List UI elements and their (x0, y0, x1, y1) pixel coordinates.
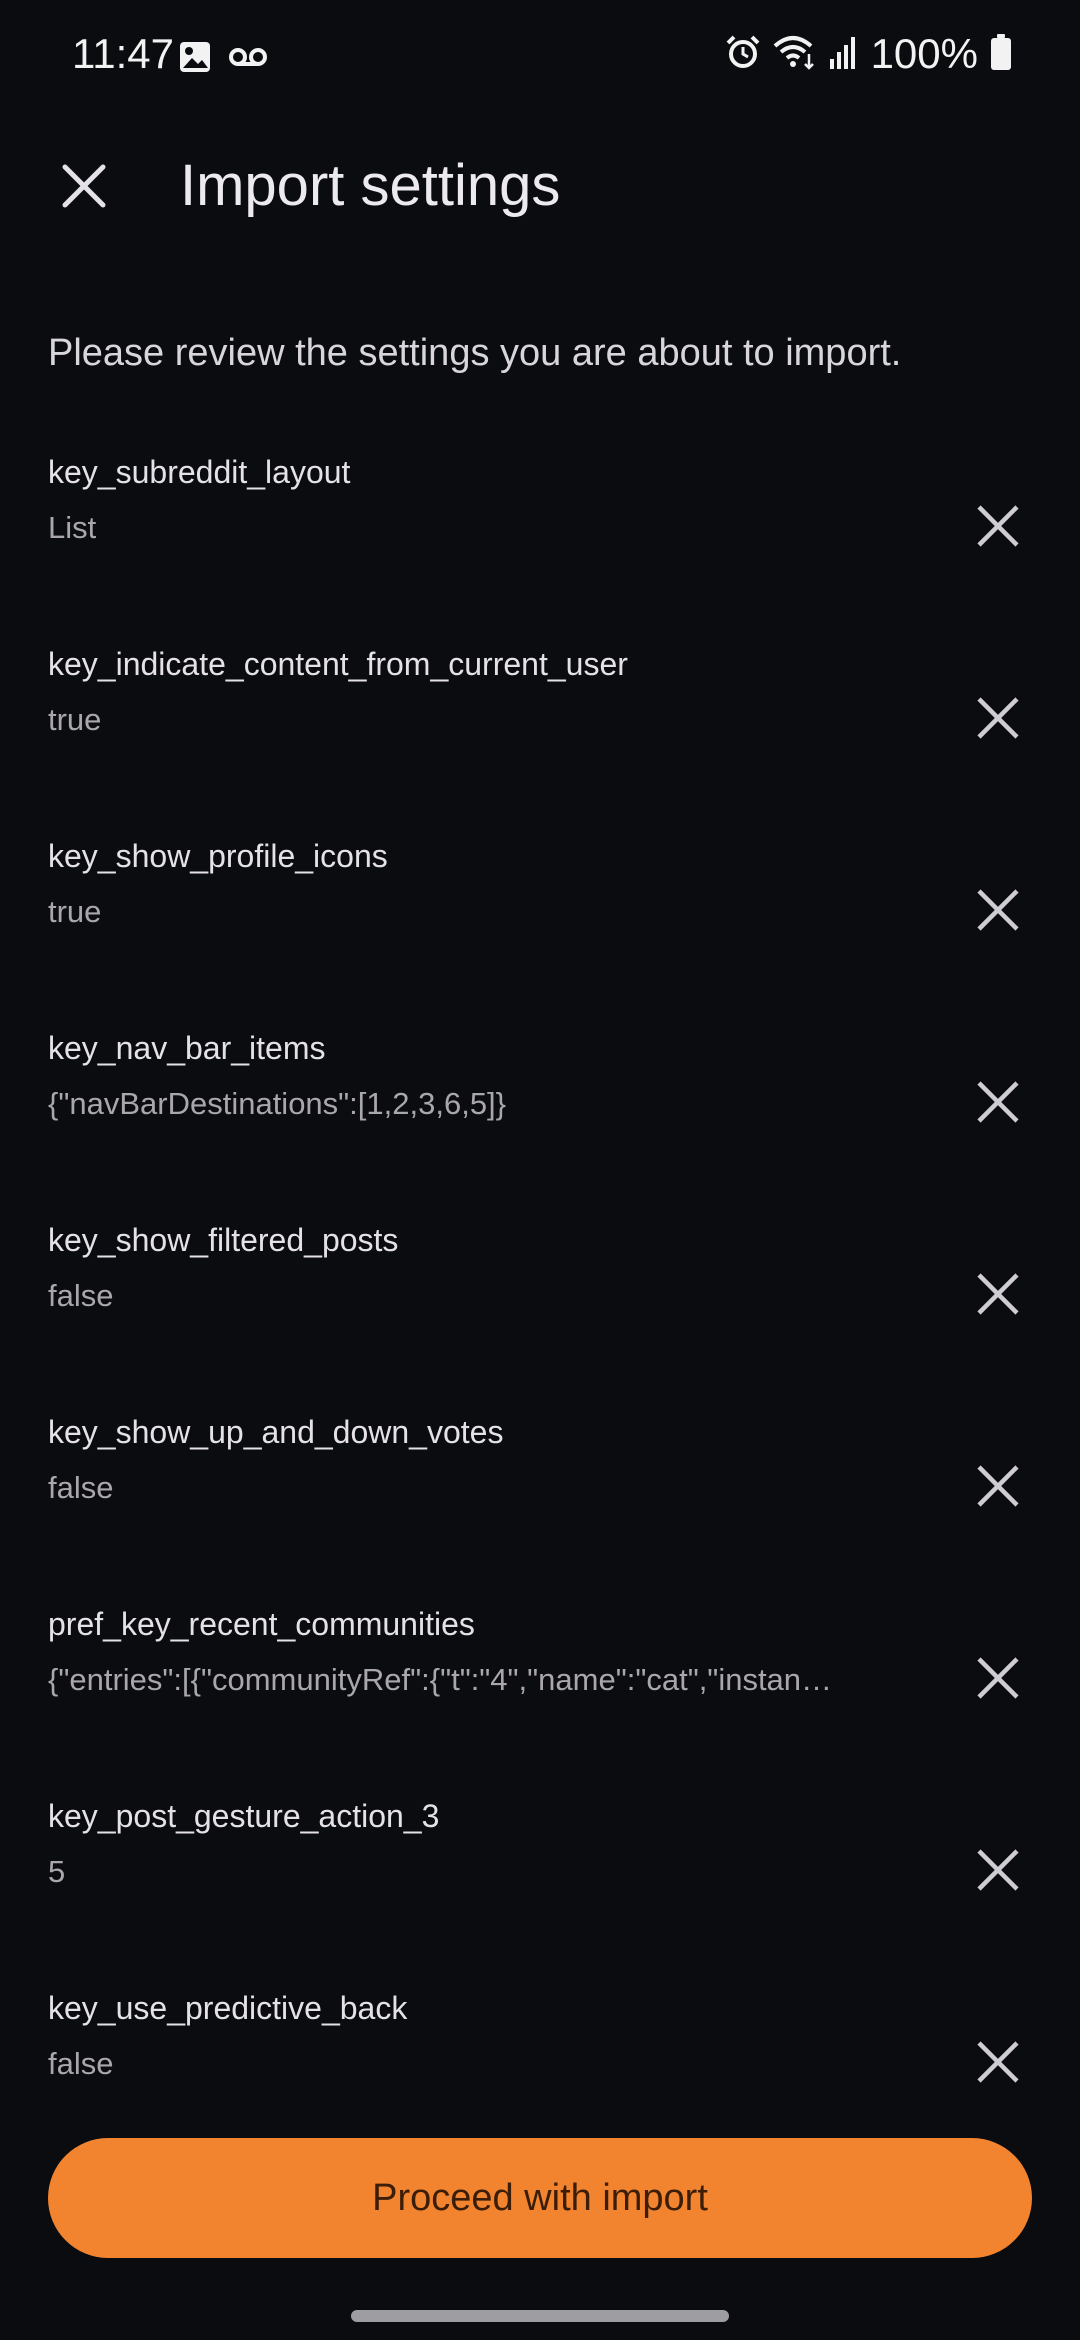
wifi-icon (773, 34, 817, 75)
setting-value: List (48, 510, 97, 545)
setting-key: key_subreddit_layout (48, 454, 351, 490)
close-icon (977, 1273, 1019, 1315)
setting-key: key_indicate_content_from_current_user (48, 646, 628, 682)
setting-value: false (48, 2046, 114, 2081)
close-button[interactable] (44, 146, 124, 226)
setting-key: key_use_predictive_back (48, 1990, 408, 2026)
close-icon (977, 2041, 1019, 2083)
remove-setting-button[interactable] (958, 870, 1038, 950)
proceed-with-import-button[interactable]: Proceed with import (48, 2138, 1032, 2258)
setting-value: {"entries":[{"communityRef":{"t":"4","na… (48, 1662, 833, 1697)
image-icon (178, 40, 212, 79)
setting-value: true (48, 702, 102, 737)
battery-percentage: 100% (870, 30, 978, 77)
status-time: 11:47 (72, 30, 174, 77)
setting-key: key_show_filtered_posts (48, 1222, 399, 1258)
setting-key: key_show_profile_icons (48, 838, 388, 874)
close-icon (977, 889, 1019, 931)
setting-row: key_indicate_content_from_current_user t… (0, 630, 1080, 822)
remove-setting-button[interactable] (958, 486, 1038, 566)
setting-key: key_post_gesture_action_3 (48, 1798, 440, 1834)
voicemail-icon (228, 45, 268, 74)
setting-row: key_subreddit_layout List (0, 438, 1080, 630)
setting-row: key_show_profile_icons true (0, 822, 1080, 1014)
remove-setting-button[interactable] (958, 2022, 1038, 2102)
setting-value: {"navBarDestinations":[1,2,3,6,5]} (48, 1086, 507, 1121)
close-icon (977, 1081, 1019, 1123)
setting-row: key_show_filtered_posts false (0, 1206, 1080, 1398)
remove-setting-button[interactable] (958, 1254, 1038, 1334)
status-right-icons: 100% (725, 30, 1012, 78)
battery-icon (990, 33, 1012, 75)
setting-row: key_post_gesture_action_3 5 (0, 1782, 1080, 1974)
remove-setting-button[interactable] (958, 1830, 1038, 1910)
setting-row: key_show_up_and_down_votes false (0, 1398, 1080, 1590)
description-text: Please review the settings you are about… (48, 332, 902, 374)
setting-row: pref_key_recent_communities {"entries":[… (0, 1590, 1080, 1782)
close-icon (977, 697, 1019, 739)
remove-setting-button[interactable] (958, 1062, 1038, 1142)
top-app-bar: Import settings (0, 112, 1080, 262)
setting-value: false (48, 1278, 114, 1313)
close-icon (977, 1657, 1019, 1699)
setting-value: false (48, 1470, 114, 1505)
close-icon (977, 505, 1019, 547)
setting-key: key_show_up_and_down_votes (48, 1414, 504, 1450)
remove-setting-button[interactable] (958, 678, 1038, 758)
setting-value: true (48, 894, 102, 929)
remove-setting-button[interactable] (958, 1638, 1038, 1718)
settings-list: key_subreddit_layout List key_indicate_c… (0, 438, 1080, 2166)
setting-key: pref_key_recent_communities (48, 1606, 475, 1642)
gesture-navigation-bar[interactable] (351, 2310, 729, 2322)
alarm-icon (725, 34, 761, 75)
remove-setting-button[interactable] (958, 1446, 1038, 1526)
setting-value: 5 (48, 1854, 66, 1889)
signal-icon (829, 35, 859, 74)
page-title: Import settings (180, 153, 561, 218)
close-icon (62, 164, 106, 208)
close-icon (977, 1465, 1019, 1507)
status-left-icons (178, 40, 268, 79)
setting-row: key_nav_bar_items {"navBarDestinations":… (0, 1014, 1080, 1206)
setting-key: key_nav_bar_items (48, 1030, 326, 1066)
status-bar: 11:47 100% (0, 0, 1080, 112)
close-icon (977, 1849, 1019, 1891)
